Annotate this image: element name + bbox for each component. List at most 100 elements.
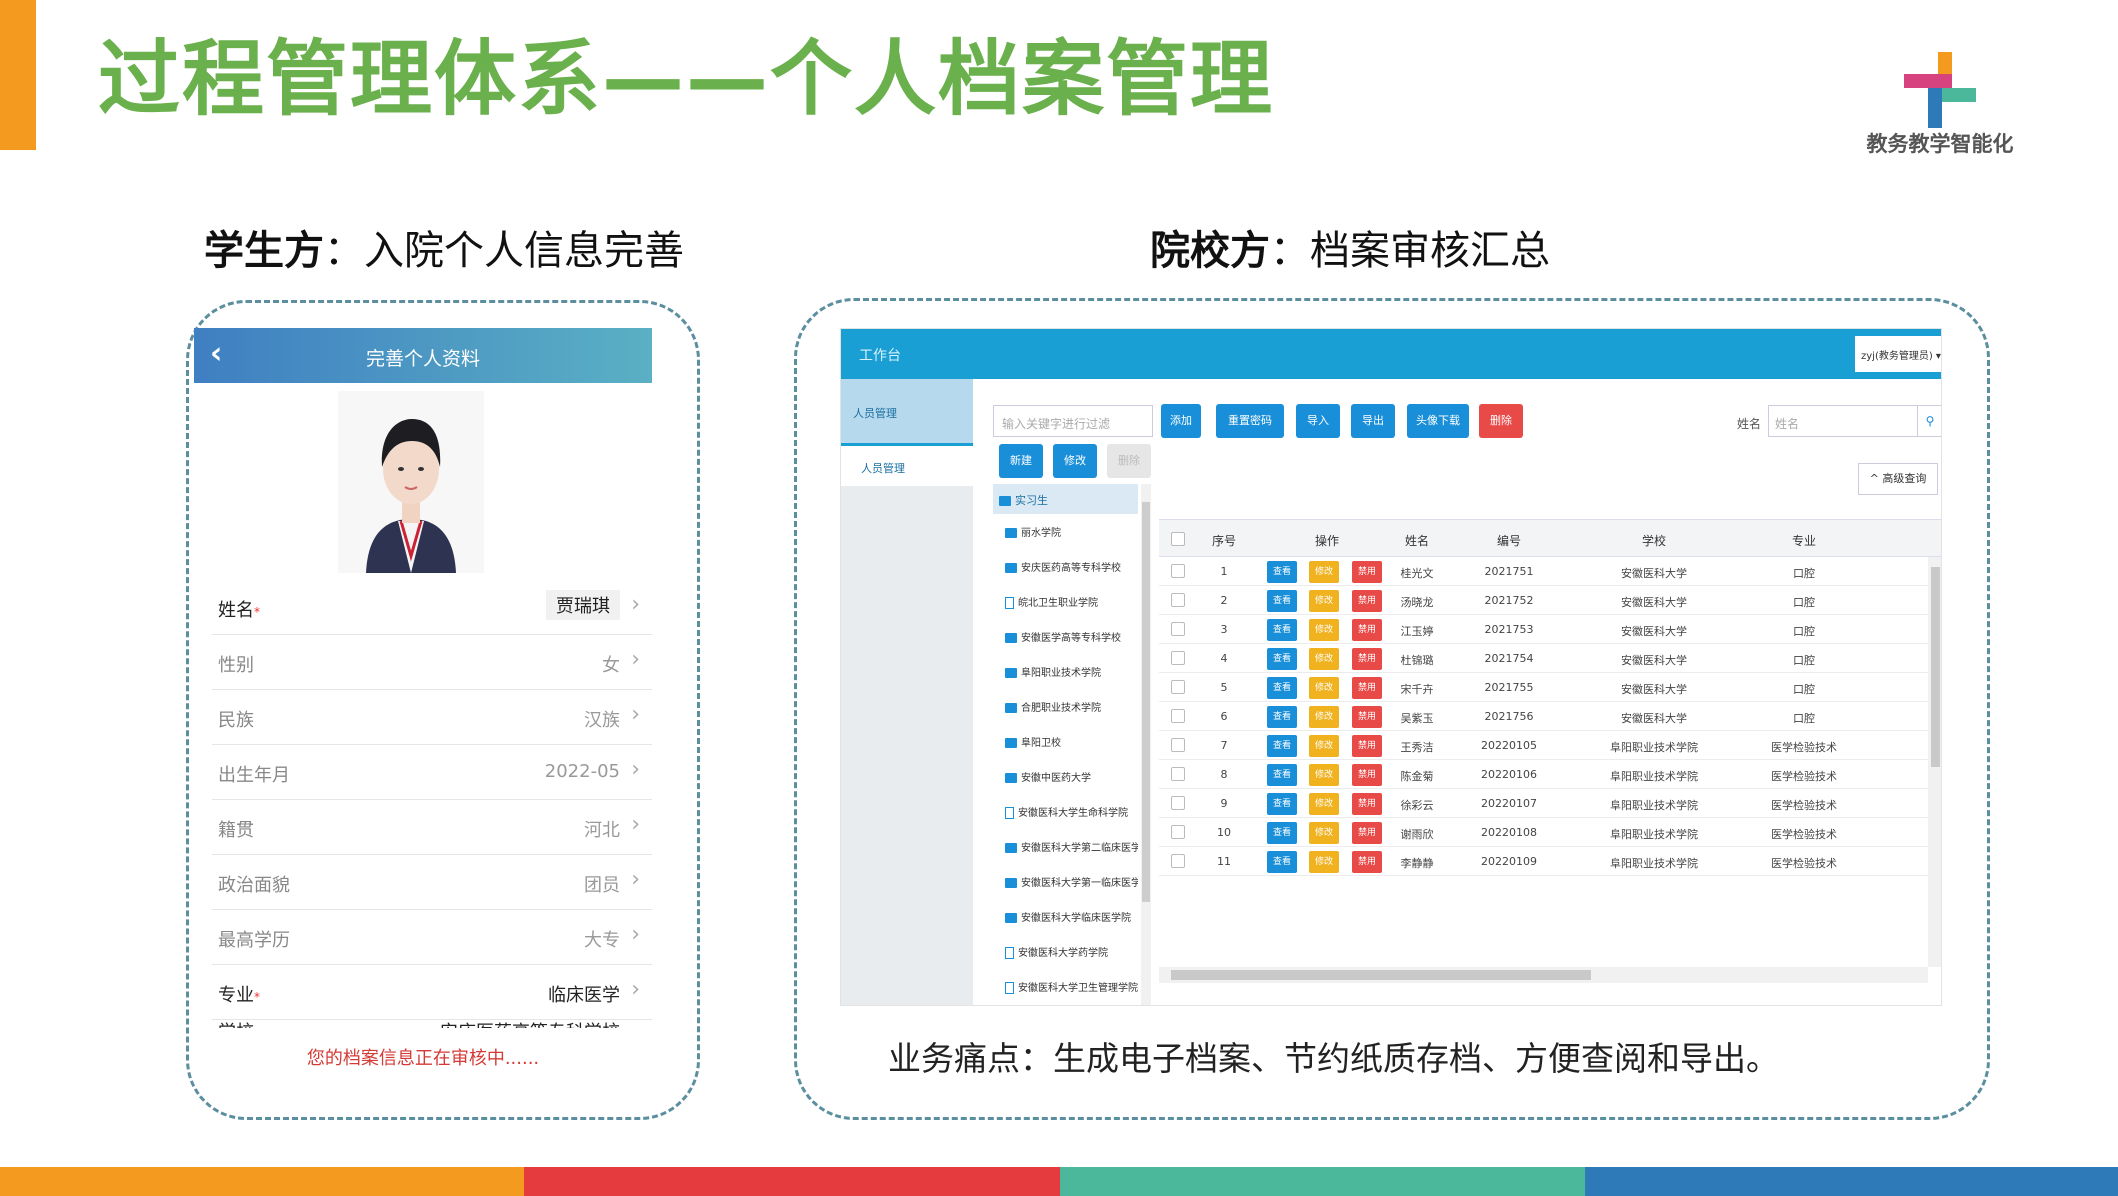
- table-row[interactable]: 10 谢雨欣 20220108 阜阳职业技术学院 医学检验技术 查看 修改 禁用: [1159, 818, 1941, 847]
- tree-node[interactable]: 丽水学院: [993, 514, 1138, 549]
- row-checkbox[interactable]: [1171, 709, 1185, 723]
- view-button[interactable]: 查看: [1267, 677, 1297, 699]
- row-checkbox[interactable]: [1171, 854, 1185, 868]
- edit-button[interactable]: 修改: [1309, 735, 1339, 757]
- edit-button[interactable]: 修改: [1309, 619, 1339, 641]
- select-all-checkbox[interactable]: [1171, 532, 1185, 546]
- tree-node[interactable]: 安徽医科大学卫生管理学院: [993, 969, 1138, 1004]
- sidebar-header[interactable]: 人员管理: [841, 379, 973, 446]
- view-button[interactable]: 查看: [1267, 822, 1297, 844]
- edit-button[interactable]: 修改: [1309, 706, 1339, 728]
- export-button[interactable]: 导出: [1351, 404, 1395, 438]
- ban-button[interactable]: 禁用: [1352, 764, 1382, 786]
- row-checkbox[interactable]: [1171, 738, 1185, 752]
- row-checkbox[interactable]: [1171, 651, 1185, 665]
- row-checkbox[interactable]: [1171, 593, 1185, 607]
- ban-button[interactable]: 禁用: [1352, 706, 1382, 728]
- view-button[interactable]: 查看: [1267, 764, 1297, 786]
- tree-root[interactable]: 实习生: [993, 484, 1138, 514]
- tree-node[interactable]: 阜阳职业技术学院: [993, 654, 1138, 689]
- row-checkbox[interactable]: [1171, 825, 1185, 839]
- ban-button[interactable]: 禁用: [1352, 677, 1382, 699]
- tree-node[interactable]: 安徽中医药大学: [993, 759, 1138, 794]
- table-horizontal-scrollbar[interactable]: [1159, 967, 1928, 983]
- tree-node[interactable]: 安庆医药高等专科学校: [993, 549, 1138, 584]
- view-button[interactable]: 查看: [1267, 590, 1297, 612]
- table-row[interactable]: 11 李静静 20220109 阜阳职业技术学院 医学检验技术 查看 修改 禁用: [1159, 847, 1941, 876]
- table-row[interactable]: 7 王秀洁 20220105 阜阳职业技术学院 医学检验技术 查看 修改 禁用: [1159, 731, 1941, 760]
- edit-button[interactable]: 修改: [1309, 793, 1339, 815]
- form-row-political[interactable]: 政治面貌 团员 ›: [212, 855, 652, 910]
- row-checkbox[interactable]: [1171, 796, 1185, 810]
- row-checkbox[interactable]: [1171, 767, 1185, 781]
- modify-button[interactable]: 修改: [1053, 444, 1097, 478]
- table-row[interactable]: 3 江玉婷 2021753 安徽医科大学 口腔 查看 修改 禁用: [1159, 615, 1941, 644]
- view-button[interactable]: 查看: [1267, 648, 1297, 670]
- tree-node[interactable]: 安徽医学高等专科学校: [993, 619, 1138, 654]
- tree-node[interactable]: 皖北卫生职业学院: [993, 584, 1138, 619]
- tree-scrollbar[interactable]: [1141, 484, 1151, 1005]
- new-button[interactable]: 新建: [999, 444, 1043, 478]
- table-row[interactable]: 1 桂光文 2021751 安徽医科大学 口腔 查看 修改 禁用: [1159, 557, 1941, 586]
- tree-node[interactable]: 阜阳卫校: [993, 724, 1138, 759]
- ban-button[interactable]: 禁用: [1352, 793, 1382, 815]
- ban-button[interactable]: 禁用: [1352, 851, 1382, 873]
- import-button[interactable]: 导入: [1296, 404, 1340, 438]
- edit-button[interactable]: 修改: [1309, 764, 1339, 786]
- field-value-name[interactable]: 贾瑞琪: [546, 590, 620, 620]
- remove-button[interactable]: 删除: [1107, 444, 1151, 478]
- ban-button[interactable]: 禁用: [1352, 735, 1382, 757]
- table-row[interactable]: 8 陈金菊 20220106 阜阳职业技术学院 医学检验技术 查看 修改 禁用: [1159, 760, 1941, 789]
- avatar-download-button[interactable]: 头像下载: [1407, 404, 1469, 438]
- tree-filter-input[interactable]: 输入关键字进行过滤: [993, 405, 1153, 437]
- tree-node[interactable]: 合肥职业技术学院: [993, 689, 1138, 724]
- form-row-major[interactable]: 专业* 临床医学 ›: [212, 965, 652, 1020]
- tree-node[interactable]: 安徽医科大学第二临床医学院: [993, 829, 1138, 864]
- ban-button[interactable]: 禁用: [1352, 561, 1382, 583]
- user-menu[interactable]: zyj(教务管理员) ▾: [1855, 336, 1941, 372]
- reset-password-button[interactable]: 重置密码: [1216, 404, 1284, 438]
- table-row[interactable]: 2 汤晓龙 2021752 安徽医科大学 口腔 查看 修改 禁用: [1159, 586, 1941, 615]
- row-checkbox[interactable]: [1171, 564, 1185, 578]
- tree-node[interactable]: 安徽医科大学生命科学院: [993, 794, 1138, 829]
- edit-button[interactable]: 修改: [1309, 851, 1339, 873]
- form-row-birth[interactable]: 出生年月 2022-05 ›: [212, 745, 652, 800]
- form-row-school[interactable]: 学校* 安庆医药高等专科学校: [212, 1020, 652, 1028]
- ban-button[interactable]: 禁用: [1352, 648, 1382, 670]
- ban-button[interactable]: 禁用: [1352, 822, 1382, 844]
- view-button[interactable]: 查看: [1267, 851, 1297, 873]
- view-button[interactable]: 查看: [1267, 793, 1297, 815]
- form-row-name[interactable]: 姓名* 贾瑞琪 ›: [212, 580, 652, 635]
- table-row[interactable]: 9 徐彩云 20220107 阜阳职业技术学院 医学检验技术 查看 修改 禁用: [1159, 789, 1941, 818]
- student-photo[interactable]: [338, 391, 484, 573]
- tree-node[interactable]: 安徽医科大学临床医学院: [993, 899, 1138, 934]
- form-row-ethnicity[interactable]: 民族 汉族 ›: [212, 690, 652, 745]
- name-filter-input[interactable]: 姓名: [1768, 405, 1918, 437]
- edit-button[interactable]: 修改: [1309, 677, 1339, 699]
- view-button[interactable]: 查看: [1267, 735, 1297, 757]
- advanced-query-button[interactable]: ^ 高级查询: [1858, 463, 1938, 495]
- row-checkbox[interactable]: [1171, 622, 1185, 636]
- delete-button[interactable]: 删除: [1479, 404, 1523, 438]
- table-row[interactable]: 4 杜锦璐 2021754 安徽医科大学 口腔 查看 修改 禁用: [1159, 644, 1941, 673]
- form-row-hometown[interactable]: 籍贯 河北 ›: [212, 800, 652, 855]
- edit-button[interactable]: 修改: [1309, 822, 1339, 844]
- search-icon[interactable]: ⚲: [1918, 405, 1941, 437]
- edit-button[interactable]: 修改: [1309, 561, 1339, 583]
- tree-node[interactable]: 安徽医科大学药学院: [993, 934, 1138, 969]
- edit-button[interactable]: 修改: [1309, 590, 1339, 612]
- form-row-education[interactable]: 最高学历 大专 ›: [212, 910, 652, 965]
- tree-scroll-thumb[interactable]: [1142, 502, 1150, 902]
- view-button[interactable]: 查看: [1267, 619, 1297, 641]
- form-row-gender[interactable]: 性别 女 ›: [212, 635, 652, 690]
- view-button[interactable]: 查看: [1267, 706, 1297, 728]
- view-button[interactable]: 查看: [1267, 561, 1297, 583]
- table-hscroll-thumb[interactable]: [1171, 970, 1591, 980]
- ban-button[interactable]: 禁用: [1352, 590, 1382, 612]
- tree-node[interactable]: 安徽医科大学第一临床医学院: [993, 864, 1138, 899]
- workbench-tab[interactable]: 工作台: [859, 345, 901, 365]
- table-row[interactable]: 6 吴紫玉 2021756 安徽医科大学 口腔 查看 修改 禁用: [1159, 702, 1941, 731]
- sidebar-item-personnel[interactable]: 人员管理: [841, 446, 973, 486]
- table-row[interactable]: 5 宋千卉 2021755 安徽医科大学 口腔 查看 修改 禁用: [1159, 673, 1941, 702]
- table-vertical-scrollbar[interactable]: [1928, 557, 1941, 967]
